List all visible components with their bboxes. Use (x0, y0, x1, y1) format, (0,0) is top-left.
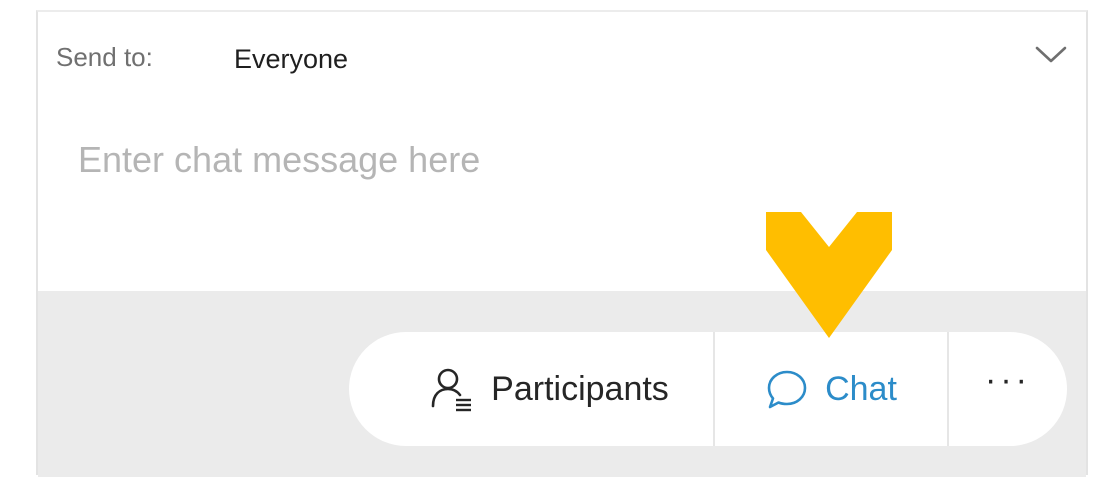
chat-panel: Send to: Everyone Participants (36, 10, 1088, 477)
footer-toolbar: Participants Chat ··· (38, 291, 1086, 477)
participants-label: Participants (491, 369, 669, 408)
participants-button[interactable]: Participants (349, 332, 715, 446)
chat-button[interactable]: Chat (715, 332, 949, 446)
send-to-label: Send to: (56, 42, 153, 72)
send-to-selector[interactable]: Send to: Everyone (38, 12, 1086, 107)
send-to-value[interactable]: Everyone (234, 44, 348, 75)
chat-label: Chat (825, 369, 897, 408)
chat-bubble-icon (767, 370, 807, 409)
chevron-down-icon[interactable] (1034, 42, 1068, 66)
more-options-icon: ··· (985, 360, 1031, 399)
chat-message-input[interactable] (78, 130, 978, 190)
toolbar-pill: Participants Chat ··· (349, 332, 1067, 446)
more-options-button[interactable]: ··· (949, 332, 1067, 446)
participants-icon (431, 368, 472, 412)
pointer-arrow-icon (766, 212, 892, 338)
